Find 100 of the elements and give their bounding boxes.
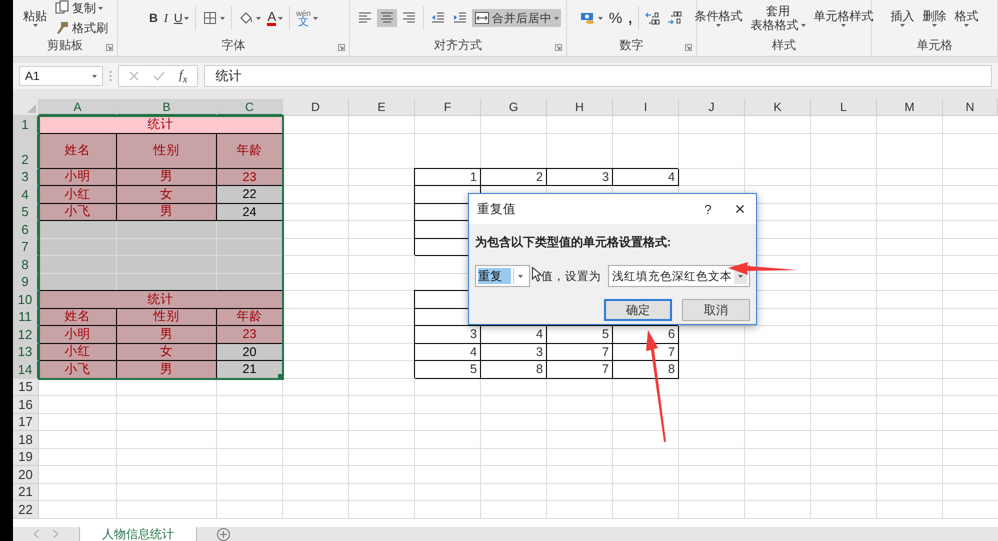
column-header[interactable]: N	[943, 99, 998, 116]
table-cell: 3	[481, 344, 547, 361]
decrease-decimal-icon	[667, 10, 684, 26]
cancel-icon[interactable]	[129, 71, 139, 81]
caret-icon	[92, 74, 97, 78]
table-cell: 4	[613, 168, 679, 186]
column-header[interactable]: K	[745, 99, 811, 116]
rule-label: 值，设置为	[541, 270, 601, 284]
row-header[interactable]: 9	[13, 274, 39, 291]
row-header[interactable]: 22	[13, 501, 39, 518]
table-cell: 4	[415, 344, 481, 361]
row-header[interactable]: 17	[13, 414, 39, 431]
ribbon-button[interactable]: 单元格样式	[810, 10, 876, 26]
underline-button[interactable]: U	[172, 10, 192, 26]
table-cell: 年龄	[217, 308, 283, 326]
paintbrush-icon	[54, 20, 70, 36]
table-cell: 7	[547, 344, 613, 361]
add-sheet-icon[interactable]	[217, 528, 230, 540]
row-header[interactable]: 8	[13, 256, 39, 274]
row-header[interactable]: 6	[13, 221, 39, 238]
caret-icon	[518, 274, 523, 278]
row-header[interactable]: 3	[13, 168, 39, 186]
row-header[interactable]: 20	[13, 466, 39, 484]
ribbon-button[interactable]: 条件格式	[692, 10, 746, 26]
table-cell: 7	[547, 361, 613, 378]
row-header[interactable]: 19	[13, 448, 39, 466]
percent-button[interactable]: %	[606, 8, 624, 28]
row-header[interactable]: 14	[13, 361, 39, 378]
ribbon-button[interactable]: 格式	[952, 10, 982, 26]
column-header[interactable]: A	[39, 99, 117, 116]
column-header[interactable]: H	[547, 99, 613, 116]
column-header[interactable]: G	[481, 99, 547, 116]
format-dropdown[interactable]: 浅红填充色深红色文本	[608, 265, 750, 287]
table-cell: 3	[547, 168, 613, 186]
format-painter-button[interactable]: 格式刷	[52, 18, 110, 38]
launcher-icon[interactable]	[106, 44, 113, 51]
column-header[interactable]: L	[811, 99, 877, 116]
launcher-icon[interactable]	[555, 44, 562, 51]
row-header[interactable]: 1	[13, 116, 39, 134]
table-cell: 性别	[117, 134, 217, 168]
copy-button[interactable]: 复制	[52, 0, 110, 18]
ribbon-button[interactable]: 套用 表格格式	[748, 4, 808, 32]
row-header[interactable]: 18	[13, 431, 39, 448]
dialog-button[interactable]: 取消	[682, 299, 750, 321]
align-center-button[interactable]	[377, 9, 397, 27]
check-icon[interactable]	[153, 71, 165, 81]
table-cell: 小明	[39, 168, 117, 186]
merge-button[interactable]: 合并后居中	[472, 9, 561, 27]
launcher-icon[interactable]	[685, 44, 692, 51]
table-cell: 5	[547, 326, 613, 344]
table-cell: 年龄	[217, 134, 283, 168]
name-box[interactable]: A1	[19, 66, 103, 86]
phonetic-button[interactable]: wén 文	[294, 8, 320, 28]
instruction-text: 为包含以下类型值的单元格设置格式:	[474, 234, 672, 251]
sheet-tab[interactable]: 人物信息统计	[79, 527, 197, 541]
comma-button[interactable]: ,	[626, 9, 634, 27]
row-header[interactable]: 15	[13, 378, 39, 396]
column-header[interactable]: I	[613, 99, 679, 116]
column-header[interactable]: J	[679, 99, 745, 116]
paint-bucket-icon	[238, 10, 254, 26]
group-label: 单元格	[916, 36, 954, 54]
table-cell: 统计	[39, 291, 283, 308]
column-header[interactable]: E	[349, 99, 415, 116]
row-header[interactable]: 21	[13, 484, 39, 501]
mouse-cursor-icon	[532, 267, 541, 282]
column-header[interactable]: D	[283, 99, 349, 116]
formula-input[interactable]: 统计	[204, 65, 992, 87]
rule-dropdown[interactable]: 重复	[475, 265, 530, 287]
help-button[interactable]: ?	[692, 197, 724, 221]
column-header[interactable]: C	[217, 99, 283, 116]
row-header[interactable]: 10	[13, 291, 39, 308]
italic-button[interactable]: I	[162, 10, 170, 26]
row-header[interactable]: 13	[13, 344, 39, 361]
insert-function-button[interactable]: f$_{x}$	[179, 66, 188, 86]
row-header[interactable]: 16	[13, 396, 39, 414]
table-cell: 姓名	[39, 134, 117, 168]
row-header[interactable]: 5	[13, 204, 39, 221]
table-cell: 23	[217, 326, 283, 344]
ribbon-button[interactable]: 插入	[888, 10, 918, 26]
column-header[interactable]: M	[877, 99, 943, 116]
table-cell: 男	[117, 361, 217, 378]
table-cell: 1	[415, 168, 481, 186]
ribbon-button[interactable]: 删除	[920, 10, 950, 26]
font-color-button[interactable]: A	[265, 10, 286, 26]
row-header[interactable]: 4	[13, 186, 39, 204]
bold-button[interactable]: B	[147, 10, 160, 26]
borders-icon	[202, 10, 218, 26]
dialog-button[interactable]: 确定	[604, 299, 672, 321]
launcher-icon[interactable]	[338, 44, 345, 51]
close-button[interactable]: ×	[724, 197, 756, 221]
row-header[interactable]: 11	[13, 308, 39, 326]
row-header[interactable]: 7	[13, 238, 39, 256]
banknote-icon	[580, 10, 596, 26]
column-header[interactable]: B	[117, 99, 217, 116]
row-header[interactable]: 2	[13, 134, 39, 168]
table-cell: 5	[415, 361, 481, 378]
row-header[interactable]: 12	[13, 326, 39, 344]
paste-button[interactable]: 粘贴	[20, 10, 50, 26]
column-header[interactable]: F	[415, 99, 481, 116]
table-cell: 小红	[39, 344, 117, 361]
